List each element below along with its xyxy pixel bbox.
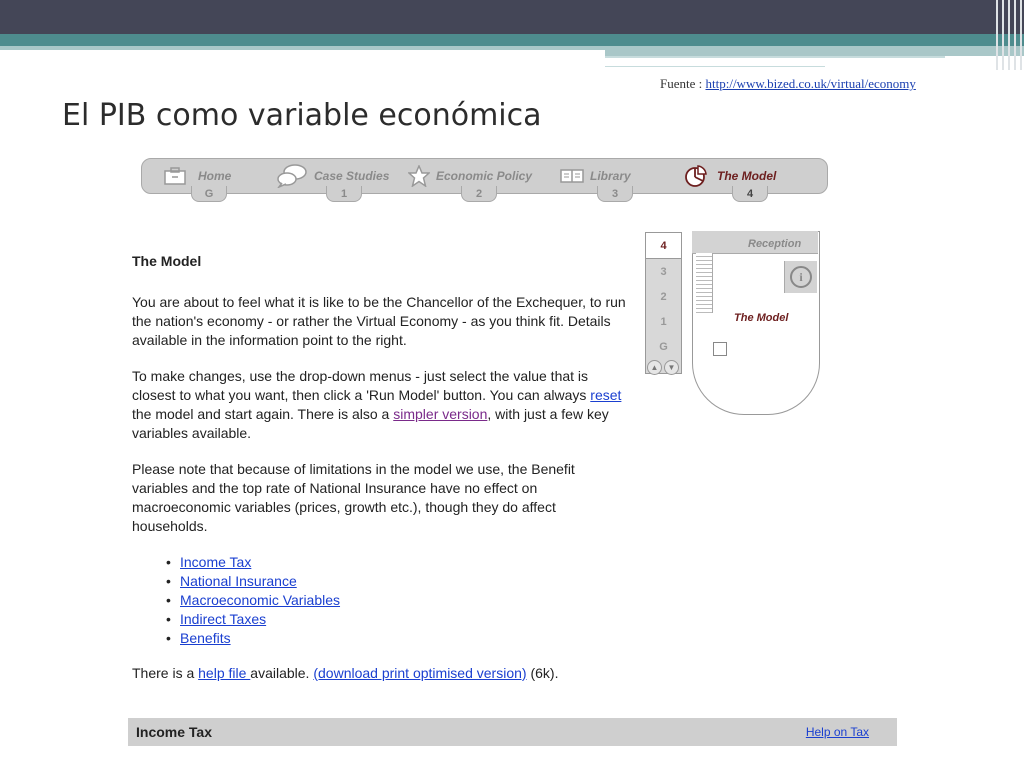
briefcase-icon xyxy=(164,167,186,185)
nav-tab-case-studies[interactable]: 1 xyxy=(326,186,362,202)
income-tax-link[interactable]: Income Tax xyxy=(180,554,251,570)
list-item: Benefits xyxy=(166,629,632,648)
list-item: Income Tax xyxy=(166,553,632,572)
help-text-b: available. xyxy=(250,665,314,681)
information-point[interactable]: i xyxy=(784,261,817,293)
nav-label-case-studies: Case Studies xyxy=(314,169,390,183)
header-band-light xyxy=(0,46,605,50)
header-stripes xyxy=(994,0,1024,70)
download-print-link[interactable]: (download print optimised version) xyxy=(313,665,526,681)
header-band-dark xyxy=(0,0,1024,34)
help-paragraph: There is a help file available. (downloa… xyxy=(132,664,632,683)
indirect-taxes-link[interactable]: Indirect Taxes xyxy=(180,611,266,627)
arrow-up-icon[interactable]: ▲ xyxy=(647,360,662,375)
intro-paragraph: You are about to feel what it is like to… xyxy=(132,294,626,348)
variable-links: Income Tax National Insurance Macroecono… xyxy=(132,553,632,648)
book-icon xyxy=(560,169,584,183)
simpler-version-link[interactable]: simpler version xyxy=(393,406,487,422)
content-heading: The Model xyxy=(132,253,202,269)
floor-button-4[interactable]: 4 xyxy=(646,233,681,259)
pie-chart-icon xyxy=(685,165,707,187)
instructions-text-b: the model and start again. There is also… xyxy=(132,406,394,422)
help-on-tax-link[interactable]: Help on Tax xyxy=(806,725,869,739)
nav-label-library: Library xyxy=(590,169,631,183)
speech-bubbles-icon xyxy=(277,164,307,188)
section-header: Income Tax Help on Tax xyxy=(128,718,897,746)
source-label: Fuente : xyxy=(660,76,706,91)
header-line xyxy=(605,56,945,58)
national-insurance-link[interactable]: National Insurance xyxy=(180,573,297,589)
benefits-link[interactable]: Benefits xyxy=(180,630,231,646)
model-room[interactable]: The Model xyxy=(734,312,788,324)
map-marker xyxy=(713,342,727,356)
list-item: National Insurance xyxy=(166,572,632,591)
reception-room[interactable]: Reception xyxy=(748,238,801,250)
nav-label-the-model: The Model xyxy=(717,169,777,183)
section-title: Income Tax xyxy=(136,724,212,740)
list-item: Macroeconomic Variables xyxy=(166,591,632,610)
floor-button-3[interactable]: 3 xyxy=(646,259,681,284)
nav-label-economic-policy: Economic Policy xyxy=(436,169,533,183)
source-citation: Fuente : http://www.bized.co.uk/virtual/… xyxy=(660,76,916,92)
limitations-paragraph: Please note that because of limitations … xyxy=(132,461,575,534)
macroeconomic-variables-link[interactable]: Macroeconomic Variables xyxy=(180,592,340,608)
source-link[interactable]: http://www.bized.co.uk/virtual/economy xyxy=(706,76,916,91)
slide-title: El PIB como variable económica xyxy=(62,98,542,133)
floor-button-g[interactable]: G xyxy=(646,334,681,359)
list-item: Indirect Taxes xyxy=(166,610,632,629)
help-text-c: (6k). xyxy=(526,665,559,681)
nav-label-home: Home xyxy=(198,169,232,183)
reset-link[interactable]: reset xyxy=(590,387,621,403)
header-line-thin xyxy=(605,66,825,67)
floor-map: Reception i The Model xyxy=(692,231,820,417)
floor-selector: 4 3 2 1 G xyxy=(645,232,682,374)
info-icon: i xyxy=(790,266,812,288)
model-intro: The Model You are about to feel what it … xyxy=(132,252,632,700)
stairs-icon xyxy=(696,253,713,313)
instructions-paragraph: To make changes, use the drop-down menus… xyxy=(132,367,632,443)
instructions-text-a: To make changes, use the drop-down menus… xyxy=(132,368,591,403)
star-icon xyxy=(408,165,430,187)
floor-button-1[interactable]: 1 xyxy=(646,309,681,334)
header-band-light-right xyxy=(605,46,1024,56)
help-file-link[interactable]: help file xyxy=(198,665,250,681)
nav-tab-home[interactable]: G xyxy=(191,186,227,202)
nav-tab-the-model[interactable]: 4 xyxy=(732,186,768,202)
nav-tab-economic-policy[interactable]: 2 xyxy=(461,186,497,202)
floor-button-2[interactable]: 2 xyxy=(646,284,681,309)
arrow-down-icon[interactable]: ▼ xyxy=(664,360,679,375)
floor-arrows: ▲ ▼ xyxy=(647,360,679,375)
nav-tab-library[interactable]: 3 xyxy=(597,186,633,202)
help-text-a: There is a xyxy=(132,665,199,681)
header-band-teal xyxy=(0,34,1024,46)
